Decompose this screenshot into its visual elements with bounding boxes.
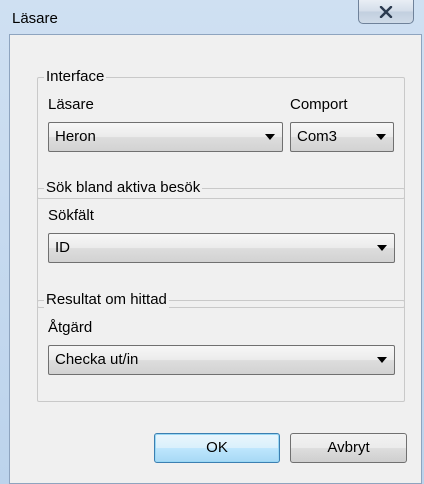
close-button[interactable]	[358, 0, 414, 24]
close-icon	[379, 6, 393, 18]
interface-group-label: Interface	[44, 68, 107, 86]
search-group: Sök bland aktiva besök Sökfält ID	[37, 179, 405, 308]
comport-label: Comport	[290, 96, 348, 113]
comport-select-value: Com3	[297, 128, 338, 145]
chevron-down-icon	[376, 134, 386, 140]
reader-select[interactable]: Heron	[48, 122, 283, 152]
window-title: Läsare	[12, 10, 58, 27]
chevron-down-icon	[265, 134, 275, 140]
cancel-button[interactable]: Avbryt	[290, 433, 407, 463]
result-group: Resultat om hittad Åtgärd Checka ut/in	[37, 291, 405, 402]
action-select-value: Checka ut/in	[55, 351, 139, 368]
action-label: Åtgärd	[48, 319, 93, 336]
comport-select[interactable]: Com3	[290, 122, 394, 152]
search-field-label: Sökfält	[48, 207, 94, 224]
reader-label: Läsare	[48, 96, 94, 113]
ok-button[interactable]: OK	[154, 433, 280, 463]
dialog-client-area: Interface Läsare Comport Heron Com3 Sök …	[9, 34, 422, 484]
result-group-label: Resultat om hittad	[44, 291, 169, 309]
dialog-window: Läsare Interface Läsare Comport Heron Co…	[0, 0, 424, 484]
reader-select-value: Heron	[55, 128, 96, 145]
search-field-value: ID	[55, 239, 70, 256]
chevron-down-icon	[377, 357, 387, 363]
action-select[interactable]: Checka ut/in	[48, 345, 395, 375]
search-group-label: Sök bland aktiva besök	[44, 179, 203, 197]
search-field-select[interactable]: ID	[48, 233, 395, 263]
chevron-down-icon	[377, 245, 387, 251]
title-bar[interactable]: Läsare	[0, 0, 424, 34]
